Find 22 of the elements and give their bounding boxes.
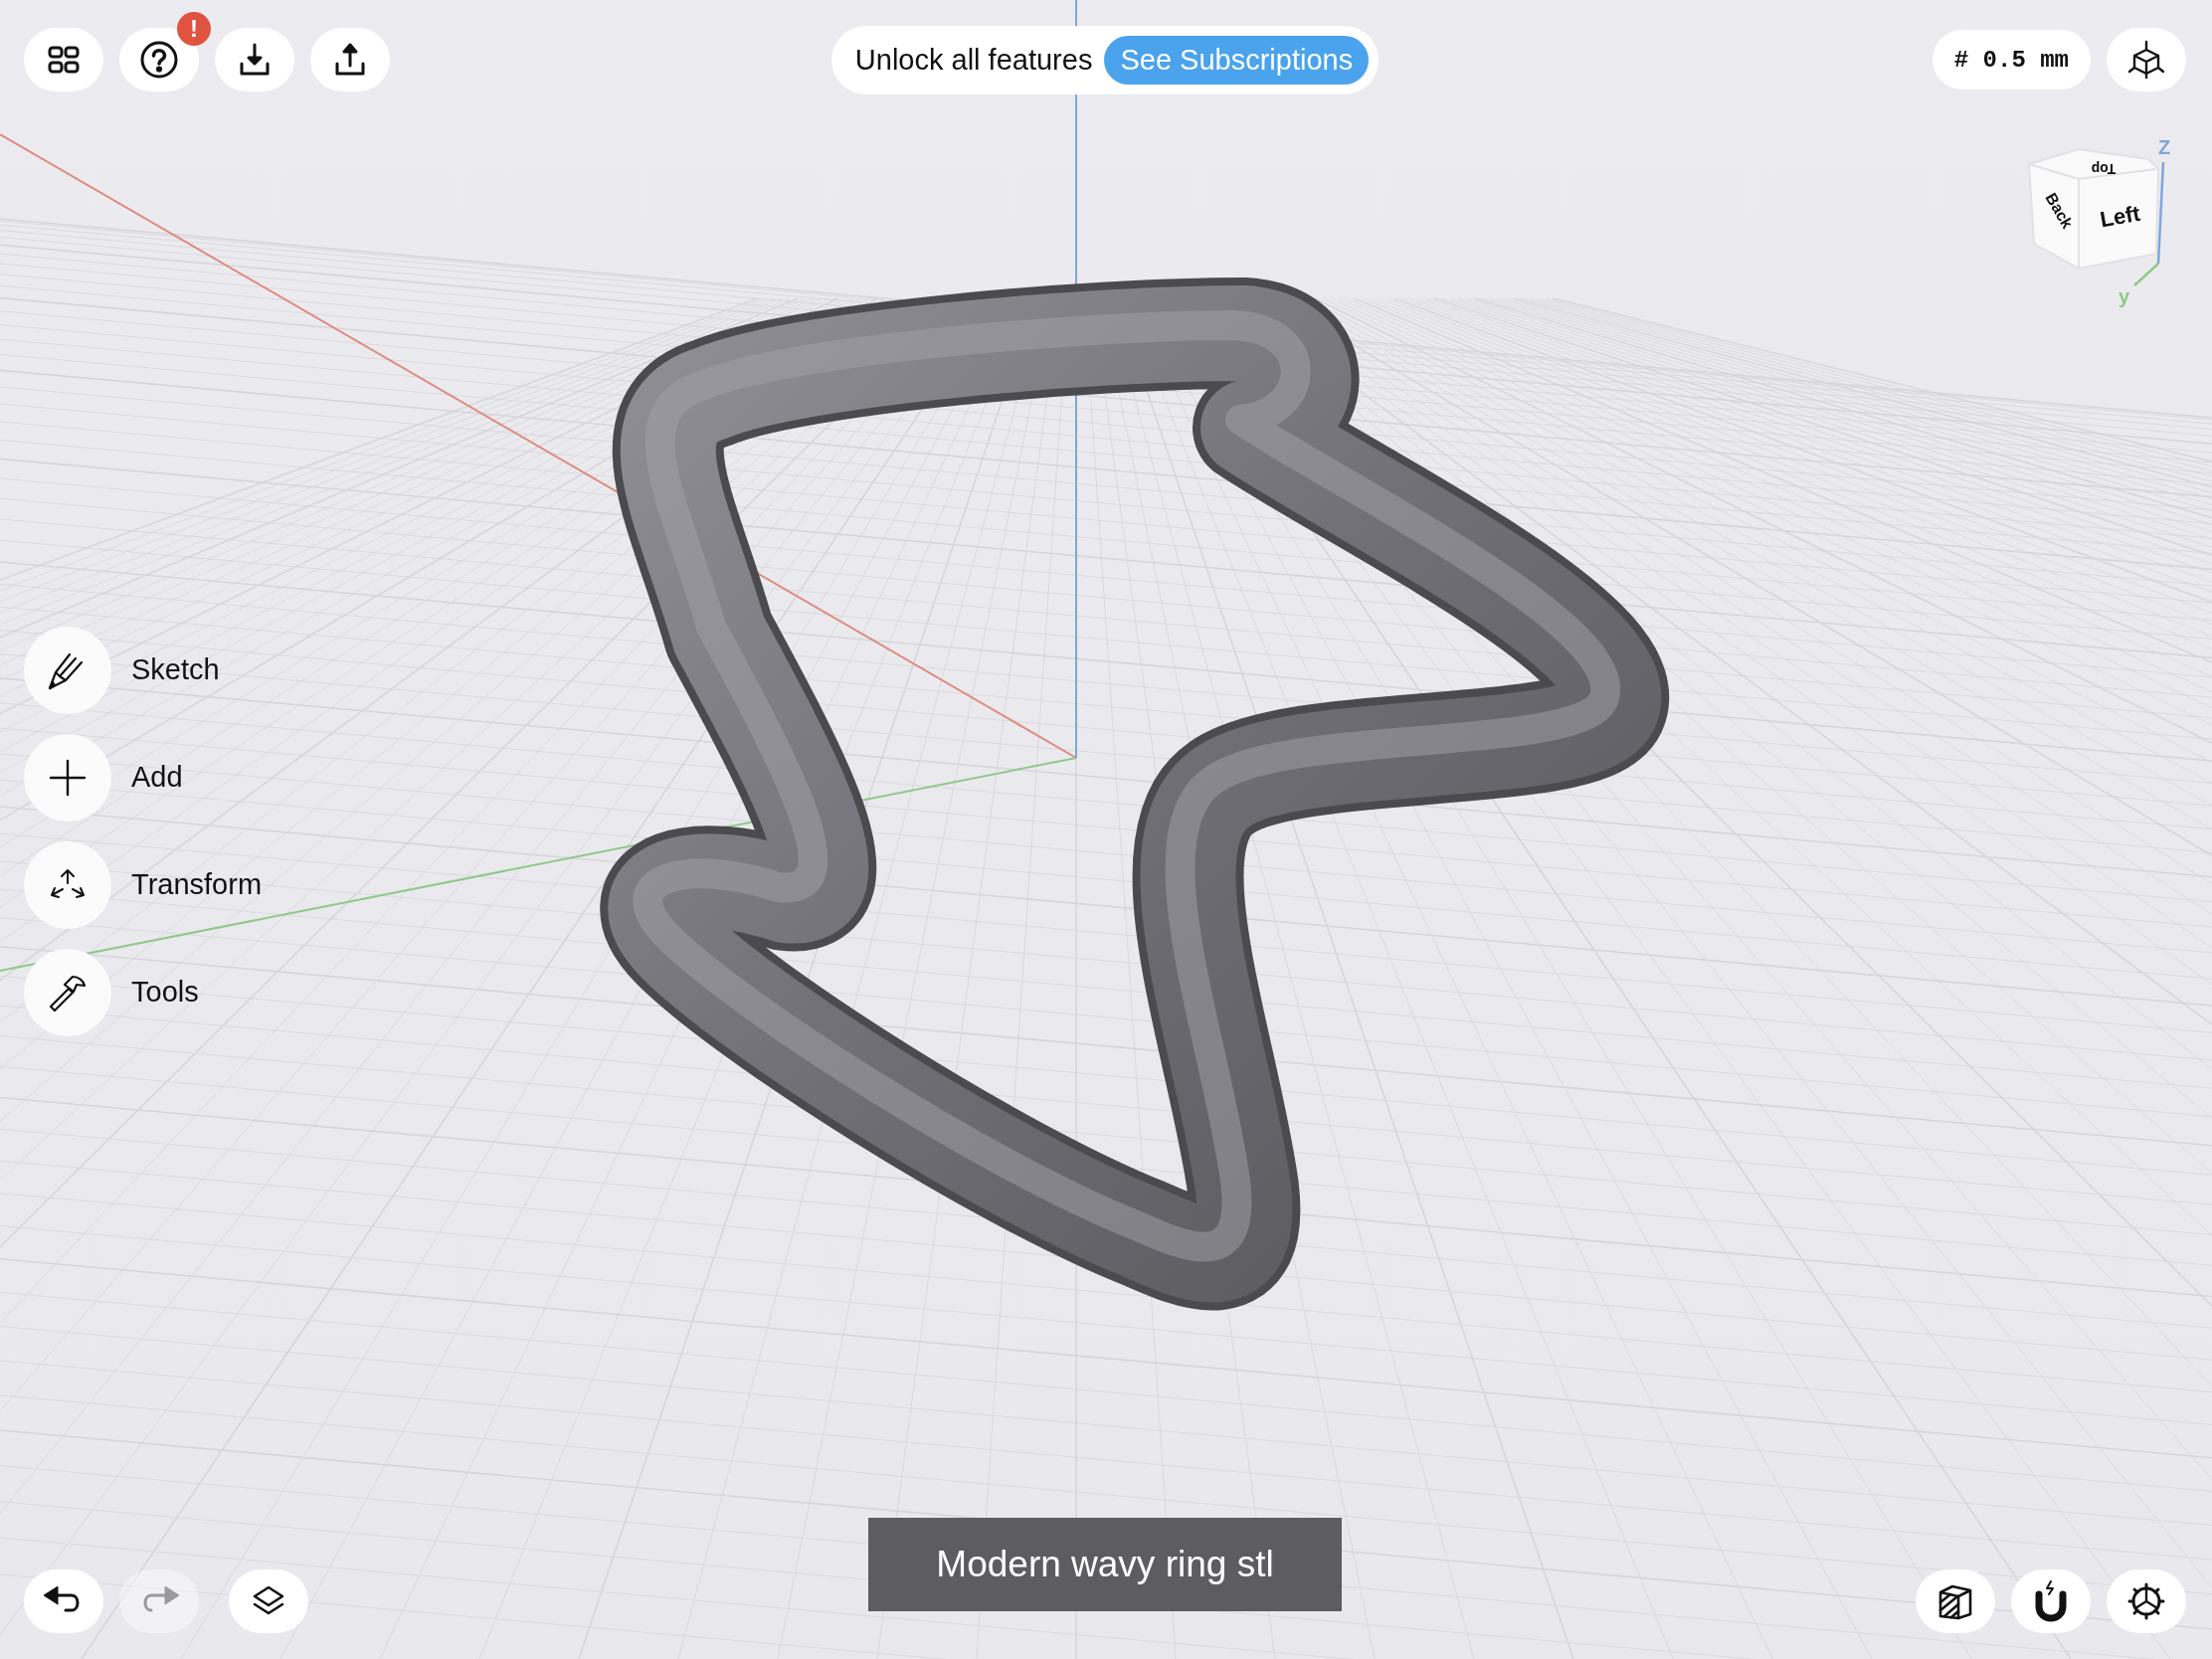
tool-label[interactable]: Tools (131, 976, 199, 1009)
upload-icon (334, 42, 366, 78)
cube-face-label: Left (2098, 200, 2142, 233)
model-caption: Modern wavy ring stl (868, 1518, 1342, 1611)
axis-label: Z (2158, 136, 2171, 158)
promo-message: Unlock all features (854, 44, 1093, 77)
cube-y-axis-line (2133, 263, 2159, 286)
cube-face-label: Top (2091, 161, 2117, 177)
cube-icon (2126, 40, 2166, 80)
tool-label[interactable]: Add (131, 761, 183, 794)
plus-icon (48, 757, 88, 798)
magnet-icon (2033, 1580, 2069, 1622)
tool-label[interactable]: Transform (131, 868, 263, 901)
tool-label[interactable]: Sketch (131, 653, 220, 686)
grid-size-button[interactable]: # 0.5 mm (1932, 30, 2091, 90)
settings-icon (2126, 1581, 2166, 1621)
view-cube[interactable] (2027, 147, 2159, 271)
hatched-block-icon (1936, 1582, 1974, 1620)
grid-icon (48, 44, 80, 76)
help-icon (139, 40, 179, 80)
axis-label: y (2119, 285, 2130, 307)
download-icon (239, 42, 271, 78)
